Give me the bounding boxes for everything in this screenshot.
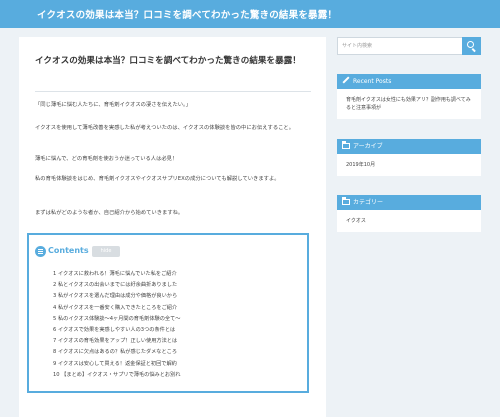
- widget-categories: カテゴリー イクオス: [337, 195, 481, 232]
- widget-heading-label: Recent Posts: [353, 78, 392, 85]
- article-paragraph: 「同じ薄毛に悩む人たちに、育毛剤イクオスの凄さを伝えたい。」: [35, 102, 191, 108]
- toc-item[interactable]: 7 イクオスの育毛効果をアップ！正しい使用方法とは: [53, 336, 180, 347]
- category-link[interactable]: イクオス: [346, 218, 366, 224]
- toc-item[interactable]: 5 私のイクオス体験談～4ヶ月間の育毛剤体験の全て～: [53, 314, 180, 325]
- folder-icon: [342, 141, 350, 149]
- article-paragraph: まずは私がどのような者か、自己紹介から始めていきますね。: [35, 210, 184, 216]
- table-of-contents: Contents hide 1 イクオスに救われる！薄毛に悩んでいた私をご紹介 …: [27, 233, 309, 393]
- search-icon: [467, 41, 474, 48]
- toc-heading: Contents: [48, 246, 89, 255]
- widget-heading: Recent Posts: [337, 74, 481, 89]
- widget-body: イクオス: [337, 210, 481, 232]
- recent-post-link[interactable]: 育毛剤イクオスは女性にも効果アリ？副作用も調べてみると注意事項が: [346, 97, 471, 111]
- toc-list: 1 イクオスに救われる！薄毛に悩んでいた私をご紹介 2 私とイクオスの出会いまで…: [53, 269, 180, 381]
- toc-toggle-button[interactable]: hide: [92, 246, 120, 257]
- search-box: [337, 37, 481, 55]
- search-input[interactable]: [338, 38, 462, 54]
- widget-heading-label: カテゴリー: [353, 199, 384, 206]
- article-title: イクオスの効果は本当？口コミを調べてわかった驚きの結果を暴露！: [35, 56, 301, 66]
- article-paragraph: 薄毛に悩んで、どの育毛剤を使おうか迷っている人は必見！: [35, 156, 178, 162]
- widget-body: 育毛剤イクオスは女性にも効果アリ？副作用も調べてみると注意事項が: [337, 89, 481, 119]
- article-paragraph: 私の育毛体験談をはじめ、育毛剤イクオスやイクオスサプリEXの成分についても解説し…: [35, 176, 280, 182]
- toc-item[interactable]: 3 私がイクオスを選んだ理由は成分や価格が良いから: [53, 291, 180, 302]
- pencil-icon: [342, 76, 350, 84]
- toc-item[interactable]: 8 イクオスに欠点はあるの？私が感じたダメなところ: [53, 347, 180, 358]
- archive-link[interactable]: 2019年10月: [346, 162, 375, 168]
- toc-item[interactable]: 9 イクオスは安心して買える！返金保証と初回で解約: [53, 359, 180, 370]
- widget-heading-label: アーカイブ: [353, 143, 383, 150]
- toc-item[interactable]: 2 私とイクオスの出会いまでには紆余曲折ありました: [53, 280, 180, 291]
- title-divider: [35, 91, 311, 92]
- site-title[interactable]: イクオスの効果は本当？口コミを調べてわかった驚きの結果を暴露！: [37, 7, 337, 21]
- widget-body: 2019年10月: [337, 154, 481, 176]
- widget-archives: アーカイブ 2019年10月: [337, 139, 481, 176]
- search-button[interactable]: [462, 37, 481, 55]
- list-icon: [35, 246, 46, 257]
- toc-item[interactable]: 1 イクオスに救われる！薄毛に悩んでいた私をご紹介: [53, 269, 180, 280]
- folder-icon: [342, 197, 350, 205]
- widget-heading: カテゴリー: [337, 195, 481, 210]
- widget-recent-posts: Recent Posts 育毛剤イクオスは女性にも効果アリ？副作用も調べてみると…: [337, 74, 481, 119]
- site-header: イクオスの効果は本当？口コミを調べてわかった驚きの結果を暴露！: [0, 0, 500, 28]
- widget-heading: アーカイブ: [337, 139, 481, 154]
- toc-item[interactable]: 6 イクオスで効果を実感しやすい人の3つの条件とは: [53, 325, 180, 336]
- toc-item[interactable]: 10 【まとめ】イクオス・サプリで薄毛の悩みとお別れ: [53, 370, 180, 381]
- toc-item[interactable]: 4 私がイクオスを一番安く購入できたところをご紹介: [53, 303, 180, 314]
- article-paragraph: イクオスを使用して薄毛改善を実感した私が考えついたのは、イクオスの体験談を皆の中…: [35, 125, 295, 131]
